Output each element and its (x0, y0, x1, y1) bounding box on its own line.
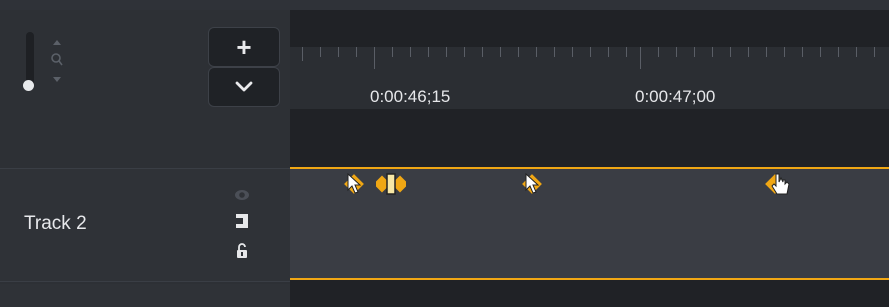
ruler-tick (626, 47, 627, 57)
ruler-tick (730, 47, 731, 57)
ruler-tick (374, 47, 375, 69)
ruler-tick (302, 47, 303, 61)
ruler-tick (838, 47, 839, 57)
ruler-tick (784, 47, 785, 57)
ruler-tick (392, 47, 393, 57)
ruler-tick (464, 47, 465, 57)
cursor-keyframe-icon[interactable] (342, 172, 368, 203)
next-track-lane[interactable] (290, 284, 889, 307)
ruler-tick (748, 47, 749, 57)
ruler-tick (712, 47, 713, 57)
lock-icon[interactable] (234, 243, 250, 259)
ruler-tick (640, 47, 641, 69)
ruler-tick (802, 47, 803, 57)
ruler-tick (410, 47, 411, 57)
plus-icon: + (236, 32, 252, 62)
ruler-tick (766, 47, 767, 57)
expand-tracks-button[interactable] (208, 67, 280, 107)
eye-icon[interactable] (234, 187, 250, 203)
ruler-tick (874, 47, 875, 57)
add-track-button[interactable]: + (208, 27, 280, 67)
ruler-tick (856, 47, 857, 57)
zoom-slider-thumb[interactable] (23, 80, 34, 91)
next-track-header[interactable] (0, 284, 290, 307)
ruler-tick (518, 47, 519, 57)
ruler-tick (820, 47, 821, 57)
ruler-tick (428, 47, 429, 57)
cursor-keyframe-icon[interactable] (520, 172, 546, 203)
ruler-tick (590, 47, 591, 57)
hand-keyframe-icon[interactable] (765, 170, 795, 205)
chevron-down-icon (235, 81, 253, 92)
ruler-tick (572, 47, 573, 57)
top-strip (0, 0, 889, 10)
ruler-tick (500, 47, 501, 57)
ruler-tick (482, 47, 483, 57)
ruler-tick (320, 47, 321, 57)
ruler-tick (446, 47, 447, 57)
ruler-tick (356, 47, 357, 57)
ruler-tick (536, 47, 537, 57)
ruler-tick (608, 47, 609, 57)
time-label: 0:00:46;15 (370, 87, 451, 106)
ruler-tick (676, 47, 677, 57)
ruler-tick (658, 47, 659, 57)
split-keyframe-icon[interactable] (373, 172, 409, 203)
magnet-icon[interactable] (234, 213, 250, 229)
time-ruler[interactable]: 0:00:46;15 0:00:47;00 (290, 47, 889, 109)
track-header[interactable]: Track 2 (0, 168, 290, 282)
ruler-tick (554, 47, 555, 57)
track-name: Track 2 (24, 213, 87, 234)
zoom-icon (48, 38, 66, 84)
ruler-tick (338, 47, 339, 57)
time-label: 0:00:47;00 (635, 87, 716, 106)
ruler-tick (694, 47, 695, 57)
